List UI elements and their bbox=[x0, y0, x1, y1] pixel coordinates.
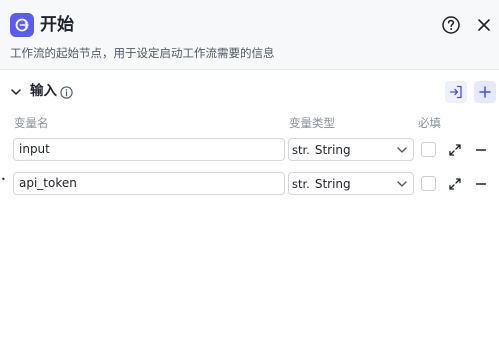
import-icon bbox=[449, 85, 462, 99]
add-variable-button[interactable] bbox=[474, 81, 496, 103]
start-node-panel: 开始 工作流的起始节点，用于设定启动工作流需要的信息 输入 变量名 变量类型 必… bbox=[0, 0, 499, 360]
start-node-icon bbox=[10, 13, 34, 37]
variable-row: • api_token str. String bbox=[0, 172, 499, 196]
chevron-down-icon bbox=[397, 147, 407, 153]
type-value: String bbox=[314, 142, 351, 157]
node-title: 开始 bbox=[40, 15, 74, 35]
variable-type-select[interactable]: str. String bbox=[288, 172, 414, 195]
column-header-required: 必填 bbox=[418, 116, 441, 130]
variable-name-input[interactable]: input bbox=[13, 138, 285, 161]
plus-icon bbox=[479, 86, 491, 98]
chevron-down-icon bbox=[397, 181, 407, 187]
required-checkbox[interactable] bbox=[421, 142, 436, 157]
chevron-down-icon[interactable] bbox=[9, 84, 23, 98]
variable-row: input str. String bbox=[0, 138, 499, 162]
variable-type-select[interactable]: str. String bbox=[288, 138, 414, 161]
type-prefix: str. bbox=[292, 142, 310, 157]
section-title[interactable]: 输入 bbox=[30, 82, 57, 100]
close-icon[interactable] bbox=[474, 15, 494, 35]
panel-header: 开始 工作流的起始节点，用于设定启动工作流需要的信息 bbox=[0, 0, 499, 70]
expand-icon[interactable] bbox=[448, 176, 462, 190]
row-bullet: • bbox=[1, 175, 6, 184]
help-icon[interactable] bbox=[441, 15, 461, 35]
column-header-name: 变量名 bbox=[14, 116, 49, 130]
type-prefix: str. bbox=[292, 176, 310, 191]
variable-name-input[interactable]: api_token bbox=[13, 172, 285, 195]
remove-icon[interactable] bbox=[474, 142, 488, 156]
node-description: 工作流的起始节点，用于设定启动工作流需要的信息 bbox=[10, 46, 275, 60]
expand-icon[interactable] bbox=[448, 142, 462, 156]
remove-icon[interactable] bbox=[474, 176, 488, 190]
import-variables-button[interactable] bbox=[445, 81, 467, 103]
required-checkbox[interactable] bbox=[421, 176, 436, 191]
info-icon[interactable] bbox=[60, 84, 73, 99]
column-header-type: 变量类型 bbox=[289, 116, 335, 130]
type-value: String bbox=[314, 176, 351, 191]
